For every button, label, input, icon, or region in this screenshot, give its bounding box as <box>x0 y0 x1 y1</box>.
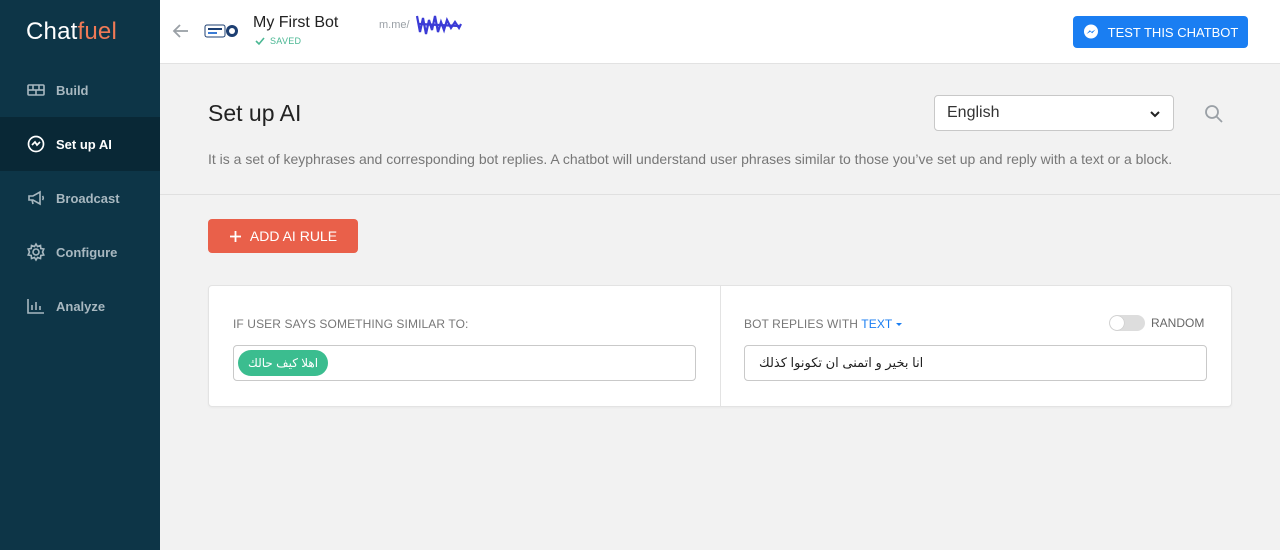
megaphone-icon <box>28 190 45 206</box>
sidebar-item-setup-ai[interactable]: Set up AI <box>0 117 160 171</box>
sidebar-item-label: Configure <box>56 244 118 260</box>
messenger-link[interactable]: m.me/ <box>379 19 410 31</box>
test-chatbot-button[interactable]: TEST THIS CHATBOT <box>1073 16 1248 48</box>
chevron-down-icon <box>1150 111 1160 118</box>
saved-status: SAVED <box>255 36 301 46</box>
sidebar-item-build[interactable]: Build <box>0 63 160 117</box>
random-label: RANDOM <box>1151 316 1205 330</box>
bot-replies-label-text: BOT REPLIES WITH <box>744 317 859 331</box>
ai-brain-icon <box>27 135 45 153</box>
bot-reply-text: انا بخير و اتمنى ان تكونوا كذلك <box>759 355 924 370</box>
sidebar-item-label: Broadcast <box>56 190 120 206</box>
sidebar-item-label: Analyze <box>56 298 106 314</box>
random-switch[interactable] <box>1109 315 1145 331</box>
keyphrases-input[interactable]: اهلا كيف حالك <box>233 345 696 381</box>
logo-text-chat: Chat <box>26 18 78 45</box>
keyphrase-chip[interactable]: اهلا كيف حالك <box>238 350 329 376</box>
chatfuel-logo[interactable]: Chatfuel <box>26 18 117 46</box>
language-select-value: English <box>947 104 1000 121</box>
bot-name[interactable]: My First Bot <box>253 14 338 32</box>
logo-text-fuel: fuel <box>77 18 117 45</box>
plus-icon <box>229 230 241 242</box>
random-toggle: RANDOM <box>1109 315 1204 331</box>
caret-down-icon <box>896 323 903 327</box>
add-ai-rule-button[interactable]: ADD AI RULE <box>208 219 358 253</box>
build-icon <box>27 84 45 96</box>
page-title: Set up AI <box>208 100 302 126</box>
sidebar-item-analyze[interactable]: Analyze <box>0 279 160 333</box>
bot-reply-input[interactable]: انا بخير و اتمنى ان تكونوا كذلك <box>744 345 1207 381</box>
check-icon <box>255 37 265 46</box>
sidebar: Chatfuel Build Set up AI Broadcast Confi… <box>0 0 160 550</box>
reply-type-dropdown[interactable]: TEXT <box>861 317 903 331</box>
card-divider <box>720 286 721 406</box>
user-says-label: IF USER SAYS SOMETHING SIMILAR TO: <box>233 317 469 331</box>
page-description: It is a set of keyphrases and correspond… <box>208 151 1173 167</box>
sidebar-item-broadcast[interactable]: Broadcast <box>0 171 160 225</box>
language-select[interactable]: English <box>934 95 1174 131</box>
sidebar-item-label: Set up AI <box>56 136 112 152</box>
sidebar-item-configure[interactable]: Configure <box>0 225 160 279</box>
saved-status-text: SAVED <box>270 36 302 46</box>
search-icon[interactable] <box>1204 104 1224 124</box>
add-ai-rule-label: ADD AI RULE <box>249 228 338 244</box>
ai-rule-card: IF USER SAYS SOMETHING SIMILAR TO: اهلا … <box>208 285 1232 407</box>
sidebar-item-label: Build <box>56 82 89 98</box>
bot-logo-icon <box>204 24 238 38</box>
reply-type-value: TEXT <box>861 317 893 331</box>
redacted-scribble <box>415 15 462 35</box>
top-bar: My First Bot SAVED m.me/ TEST THIS CHATB… <box>160 0 1280 64</box>
bot-replies-label: BOT REPLIES WITH TEXT <box>744 317 903 331</box>
bot-avatar[interactable] <box>204 17 240 45</box>
gear-icon <box>27 242 45 262</box>
bar-chart-icon <box>27 299 44 314</box>
test-chatbot-label: TEST THIS CHATBOT <box>1107 24 1239 40</box>
section-divider <box>160 194 1280 195</box>
back-arrow-icon[interactable] <box>170 20 192 42</box>
messenger-icon <box>1083 24 1098 39</box>
